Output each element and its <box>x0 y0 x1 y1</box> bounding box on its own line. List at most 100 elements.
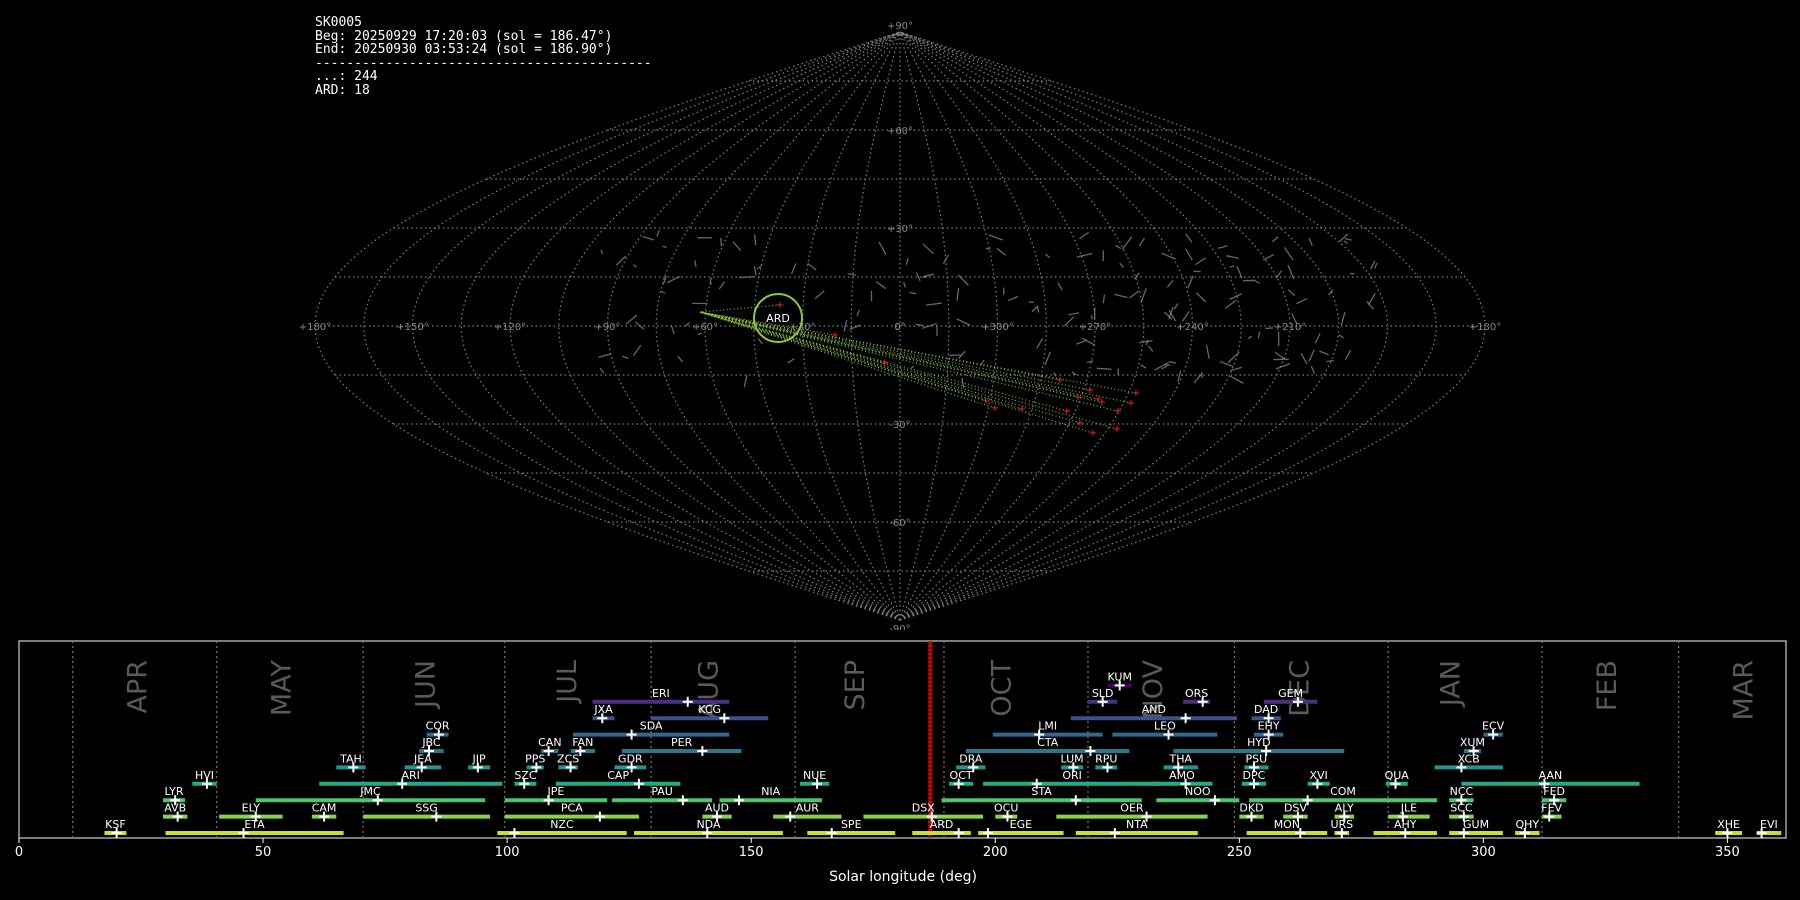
shower-label: AMO <box>1169 769 1195 782</box>
shower-label: LMI <box>1038 720 1057 733</box>
shower-label: EVI <box>1760 818 1778 831</box>
shower-sld: SLD <box>1087 687 1118 707</box>
shower-label: SLD <box>1092 687 1114 700</box>
shower-label: CAN <box>538 736 561 749</box>
x-tick-label: 0 <box>15 845 23 860</box>
x-tick-label: 50 <box>255 845 272 860</box>
shower-label: TAH <box>339 752 362 765</box>
shower-szc: SZC <box>514 769 537 789</box>
shower-label: SPE <box>841 818 862 831</box>
shower-zcs: ZCS <box>557 752 579 773</box>
shower-label: NOO <box>1185 785 1211 798</box>
shower-can: CAN <box>538 736 562 756</box>
shower-label: DSX <box>912 802 935 815</box>
shower-ocu: OCU <box>994 802 1018 822</box>
shower-jbc: JBC <box>419 736 444 756</box>
shower-label: NTA <box>1126 818 1148 831</box>
shower-lum: LUM <box>1061 752 1084 773</box>
month-label: OCT <box>987 660 1018 717</box>
shower-dsv: DSV <box>1283 802 1308 822</box>
shower-label: LUM <box>1061 752 1084 765</box>
shower-label: COM <box>1330 785 1356 798</box>
shower-label: GDR <box>618 752 643 765</box>
shower-label: ZCS <box>557 752 579 765</box>
month-label: APR <box>123 660 154 714</box>
x-tick-label: 150 <box>739 845 764 860</box>
month-label: MAY <box>267 660 298 717</box>
shower-label: PCA <box>561 802 583 815</box>
shower-aud: AUD <box>702 802 732 822</box>
shower-ncc: NCC <box>1449 785 1474 806</box>
shower-label: AHY <box>1394 818 1417 831</box>
shower-ecv: ECV <box>1482 720 1505 740</box>
shower-kum: KUM <box>1107 670 1132 691</box>
shower-label: QHY <box>1515 818 1539 831</box>
shower-lyr: LYR <box>162 785 185 806</box>
shower-label: THA <box>1168 752 1192 765</box>
shower-label: JPE <box>547 785 565 798</box>
shower-label: OCU <box>994 802 1018 815</box>
shower-label: ARD <box>930 818 954 831</box>
x-tick-label: 100 <box>495 845 520 860</box>
shower-label: XUM <box>1460 736 1485 749</box>
shower-label: HYD <box>1247 736 1270 749</box>
shower-timeline-chart: APR MAY JUN JUL AUG SEP OCT NOV DEC JAN FEB MARKSF E… <box>15 640 1787 885</box>
shower-label: NUE <box>803 769 826 782</box>
shower-label: AUD <box>705 802 729 815</box>
shower-label: NCC <box>1450 785 1474 798</box>
shower-dra: DRA <box>956 752 986 773</box>
shower-fan: FAN <box>570 736 595 756</box>
shower-label: DKD <box>1239 802 1263 815</box>
shower-label: CAP <box>607 769 629 782</box>
shower-label: DAD <box>1254 703 1278 716</box>
shower-dad: DAD <box>1251 703 1281 724</box>
x-tick-label: 250 <box>1227 845 1252 860</box>
shower-xvi: XVI <box>1307 769 1330 789</box>
shower-nue: NUE <box>799 769 830 789</box>
shower-label: ORS <box>1185 687 1208 700</box>
shower-label: OER <box>1120 802 1144 815</box>
shower-label: PPS <box>525 752 545 765</box>
shower-label: KSF <box>105 818 126 831</box>
shower-ors: ORS <box>1183 687 1211 707</box>
shower-xhe: XHE <box>1715 818 1743 838</box>
month-label: JUL <box>552 660 583 705</box>
shower-jxa: JXA <box>592 703 615 724</box>
shower-label: JLE <box>1400 802 1417 815</box>
shower-label: NIA <box>761 785 780 798</box>
x-axis-label: Solar longitude (deg) <box>829 869 977 885</box>
shower-fev: FEV <box>1541 802 1563 822</box>
month-label: JAN <box>1436 660 1467 708</box>
shower-label: DRA <box>959 752 983 765</box>
shower-ksf: KSF <box>104 818 127 838</box>
shower-qhy: QHY <box>1515 818 1540 838</box>
shower-label: COR <box>426 720 450 733</box>
shower-label: URS <box>1330 818 1353 831</box>
shower-label: SZC <box>514 769 537 782</box>
shower-aly: ALY <box>1334 802 1355 822</box>
shower-label: ORI <box>1062 769 1082 782</box>
shower-label: QUA <box>1385 769 1410 782</box>
shower-cam: CAM <box>312 802 336 822</box>
shower-oct: OCT <box>948 769 974 789</box>
shower-label: MON <box>1274 818 1300 831</box>
shower-label: FEV <box>1541 802 1562 815</box>
shower-label: JMC <box>359 785 381 798</box>
shower-label: XCB <box>1458 752 1480 765</box>
shower-label: FAN <box>572 736 593 749</box>
shower-label: NZC <box>550 818 574 831</box>
shower-cor: COR <box>426 720 450 740</box>
shower-label: SSG <box>415 802 438 815</box>
shower-label: OCT <box>950 769 973 782</box>
shower-label: PSU <box>1246 752 1268 765</box>
shower-label: DSV <box>1284 802 1307 815</box>
shower-label: AND <box>1142 703 1166 716</box>
shower-label: RPU <box>1095 752 1117 765</box>
month-label: JUN <box>411 660 442 710</box>
shower-label: JXA <box>593 703 613 716</box>
shower-label: ALY <box>1335 802 1354 815</box>
month-label: FEB <box>1592 660 1623 711</box>
shower-label: CTA <box>1037 736 1059 749</box>
shower-dkd: DKD <box>1239 802 1264 822</box>
shower-label: ECV <box>1482 720 1505 733</box>
